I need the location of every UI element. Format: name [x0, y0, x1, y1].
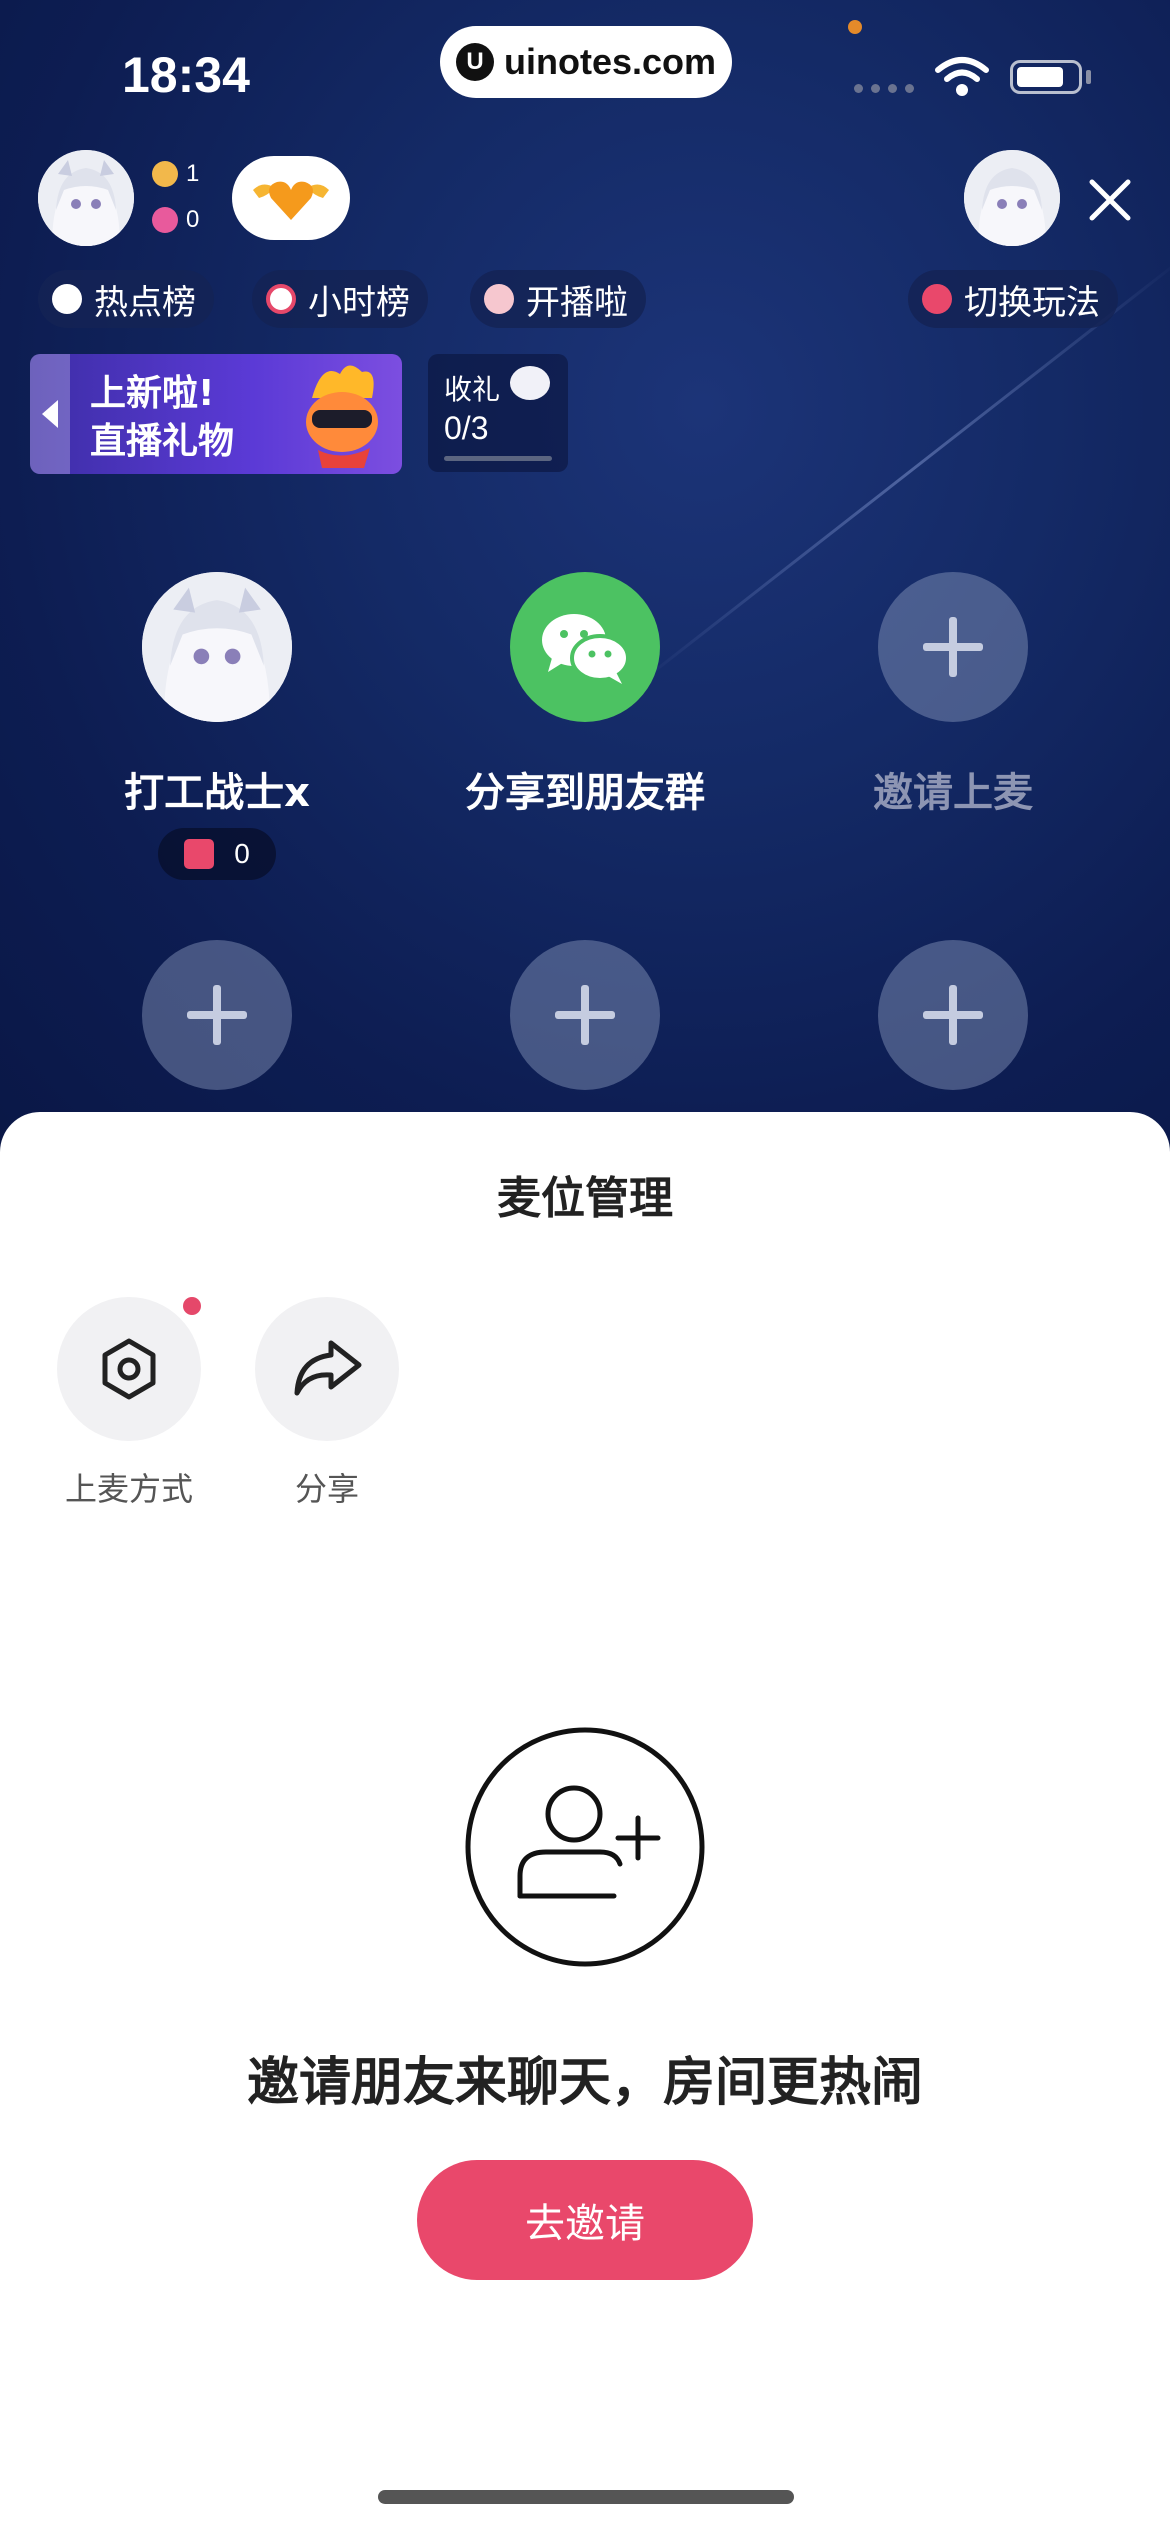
clock-icon: [266, 284, 296, 314]
follow-heart-button[interactable]: [232, 156, 350, 240]
signal-icon: [854, 84, 914, 93]
host-avatar[interactable]: [38, 150, 134, 246]
avatar-image: [964, 150, 1060, 246]
hour-list-label: 小时榜: [308, 282, 410, 323]
mic-mode-label: 上麦方式: [64, 1470, 193, 1508]
host-seat-avatar[interactable]: [142, 572, 292, 722]
share-label: 分享: [294, 1470, 359, 1508]
live-start-label: 开播啦: [526, 282, 628, 323]
switch-mode-chip[interactable]: 切换玩法: [908, 270, 1118, 328]
plus-icon: [187, 985, 247, 1045]
share-arrow-icon: [294, 1340, 362, 1396]
gift-banner[interactable]: 上新啦! 直播礼物: [30, 354, 402, 474]
wechat-icon: [542, 614, 630, 684]
gift-task-progress-bar: [444, 456, 552, 461]
online-stat: 1: [152, 160, 199, 188]
mascot-icon: [306, 365, 378, 468]
like-stat: 0: [152, 206, 199, 234]
banner-line-1: 上新啦!: [90, 373, 215, 414]
notification-dot: [183, 1297, 201, 1315]
status-time: 18:34: [122, 47, 250, 103]
hot-list-chip[interactable]: 热点榜: [38, 270, 214, 328]
share-button[interactable]: [255, 1297, 399, 1441]
switch-icon: [922, 284, 952, 314]
hot-list-label: 热点榜: [94, 282, 196, 323]
invite-seat[interactable]: [878, 572, 1028, 722]
url-text: uinotes.com: [503, 41, 717, 82]
user-icon: [152, 161, 178, 187]
gift-task-progress-text: 0/3: [444, 410, 489, 446]
battery-tip: [1086, 70, 1091, 84]
like-count: 0: [186, 206, 200, 233]
hour-list-chip[interactable]: 小时榜: [252, 270, 428, 328]
home-indicator: [378, 2490, 794, 2504]
avatar-image: [38, 150, 134, 246]
empty-seat[interactable]: [510, 940, 660, 1090]
invite-message: 邀请朋友来聊天，房间更热闹: [246, 2053, 923, 2113]
live-start-chip[interactable]: 开播啦: [470, 270, 646, 328]
switch-mode-label: 切换玩法: [964, 282, 1100, 323]
invite-seat-label: 邀请上麦: [873, 770, 1033, 816]
plus-icon: [923, 985, 983, 1045]
winged-heart-icon: [253, 181, 329, 220]
close-icon[interactable]: [1080, 170, 1140, 230]
host-gift-value: 0: [234, 838, 250, 869]
url-pill[interactable]: U uinotes.com: [440, 26, 732, 98]
empty-seat[interactable]: [142, 940, 292, 1090]
ghost-icon: [510, 366, 550, 400]
avatar-image: [142, 572, 292, 722]
empty-seat[interactable]: [878, 940, 1028, 1090]
sheet-title: 麦位管理: [497, 1173, 673, 1224]
online-count: 1: [186, 160, 200, 187]
go-invite-button[interactable]: 去邀请: [417, 2160, 753, 2280]
gift-task-label: 收礼: [444, 373, 501, 406]
share-seat-label: 分享到朋友群: [465, 770, 705, 816]
host-seat-name: 打工战士x: [124, 770, 310, 816]
add-user-icon: [465, 1727, 705, 1967]
plus-icon: [555, 985, 615, 1045]
battery-icon: [1010, 60, 1082, 94]
mic-mode-button[interactable]: [57, 1297, 201, 1441]
chat-icon: [484, 284, 514, 314]
wifi-icon: [935, 57, 989, 96]
plus-icon: [923, 617, 983, 677]
heart-icon: [152, 207, 178, 233]
collapse-arrow-icon[interactable]: [30, 354, 70, 474]
host-gift-count: 0: [158, 828, 276, 880]
recording-indicator: [848, 20, 862, 34]
site-logo-icon: U: [455, 43, 494, 81]
gear-icon: [102, 1338, 156, 1400]
gift-icon: [184, 839, 215, 869]
audience-avatar[interactable]: [964, 150, 1060, 246]
banner-line-2: 直播礼物: [90, 421, 235, 462]
gift-task-box[interactable]: 收礼 0/3: [428, 354, 568, 472]
fire-icon: [52, 284, 82, 314]
share-wechat-seat[interactable]: [510, 572, 660, 722]
